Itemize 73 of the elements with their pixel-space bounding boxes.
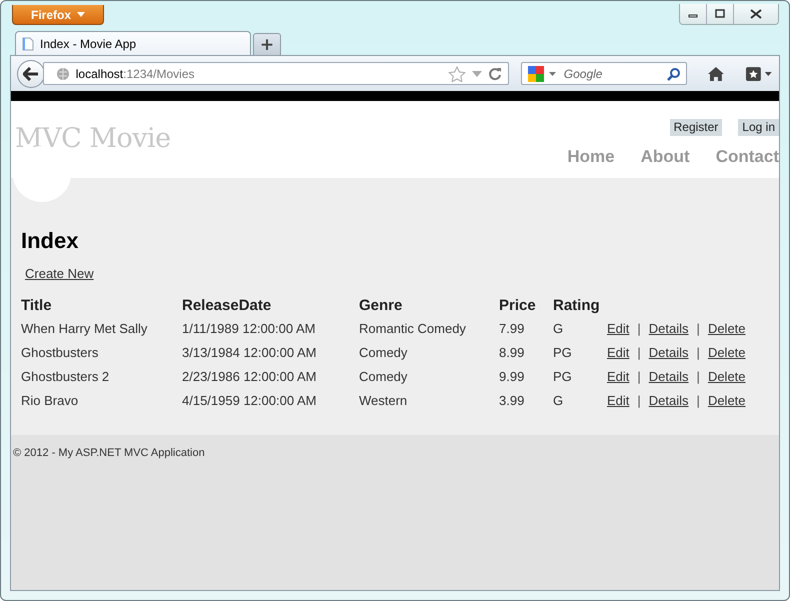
action-link[interactable]: Delete [708, 321, 746, 336]
back-arrow-icon [22, 66, 39, 80]
new-tab-button[interactable]: + [253, 33, 281, 55]
table-cell: Rio Bravo [21, 389, 182, 413]
action-link[interactable]: Details [648, 321, 689, 336]
table-cell-text: Comedy [359, 368, 408, 386]
table-cell-text: Romantic Comedy [359, 320, 467, 338]
search-field[interactable]: Google [520, 62, 688, 85]
table-cell-text: 7.99 [499, 320, 526, 338]
table-cell-text: 3.99 [499, 392, 526, 410]
table-cell: 4/15/1959 12:00:00 AM [182, 389, 359, 413]
close-icon [750, 9, 762, 19]
page-heading: Index [21, 228, 80, 254]
address-bar[interactable]: localhost:1234/Movies [42, 62, 509, 85]
search-icon[interactable] [667, 66, 682, 80]
separator: | [637, 321, 641, 336]
url-path: :1234/Movies [123, 66, 195, 80]
browser-tab[interactable]: Index - Movie App [15, 31, 251, 55]
action-link[interactable]: Details [648, 345, 689, 360]
globe-icon [56, 66, 70, 80]
bookmarks-icon[interactable] [745, 66, 773, 82]
table-cell-text: When Harry Met Sally [21, 320, 148, 338]
column-header: Title [21, 297, 53, 316]
column-header: ReleaseDate [182, 297, 272, 316]
maximize-icon [715, 9, 725, 19]
table-cell-text: 1/11/1989 12:00:00 AM [182, 320, 316, 338]
account-link[interactable]: Log in [738, 119, 779, 136]
column-header: Price [499, 297, 537, 316]
search-placeholder: Google [564, 66, 602, 80]
table-cell: G [553, 389, 607, 413]
reload-icon[interactable] [488, 66, 502, 80]
column-header: Genre [359, 297, 404, 316]
action-link[interactable]: Edit [607, 393, 630, 408]
separator: | [637, 393, 641, 408]
page-icon [22, 36, 34, 50]
separator: | [637, 369, 641, 384]
table-cell-text: 3/13/1984 12:00:00 AM [182, 344, 318, 362]
action-link[interactable]: Edit [607, 369, 630, 384]
action-link[interactable]: Edit [607, 321, 630, 336]
separator: | [696, 321, 700, 336]
home-icon[interactable] [707, 66, 726, 82]
minimize-button[interactable] [680, 4, 707, 24]
action-link[interactable]: Delete [708, 345, 746, 360]
maximize-button[interactable] [707, 4, 734, 24]
table-cell-text: Ghostbusters [21, 344, 100, 362]
action-link[interactable]: Delete [708, 393, 746, 408]
table-cell-text: 8.99 [499, 344, 526, 362]
column-header: Rating [553, 297, 601, 316]
action-link[interactable]: Delete [708, 369, 746, 384]
dropdown-caret-icon[interactable] [548, 72, 556, 76]
separator: | [696, 369, 700, 384]
action-link[interactable]: Details [648, 369, 689, 384]
table-cell: PG [553, 341, 607, 365]
dropdown-caret-icon [77, 12, 85, 17]
table-cell: PG [553, 365, 607, 389]
separator: | [696, 345, 700, 360]
action-link[interactable]: Edit [607, 345, 630, 360]
separator: | [696, 393, 700, 408]
table-cell-text: Comedy [359, 344, 408, 362]
close-button[interactable] [734, 4, 778, 24]
separator: | [637, 345, 641, 360]
table-cell-text: 9.99 [499, 368, 526, 386]
table-cell-text: 2/23/1986 12:00:00 AM [182, 368, 318, 386]
table-cell-text: Western [359, 392, 408, 410]
footer-text: © 2012 - My ASP.NET MVC Application [13, 447, 205, 459]
action-link[interactable]: Details [648, 393, 689, 408]
back-button[interactable] [17, 60, 45, 88]
table-cell-text: Ghostbusters 2 [21, 368, 110, 386]
bookmark-star-icon[interactable] [448, 66, 466, 82]
url-host: localhost [76, 66, 124, 80]
table-cell: G [553, 317, 607, 341]
account-link[interactable]: Register [670, 119, 722, 136]
create-new-link[interactable]: Create New [25, 266, 94, 281]
